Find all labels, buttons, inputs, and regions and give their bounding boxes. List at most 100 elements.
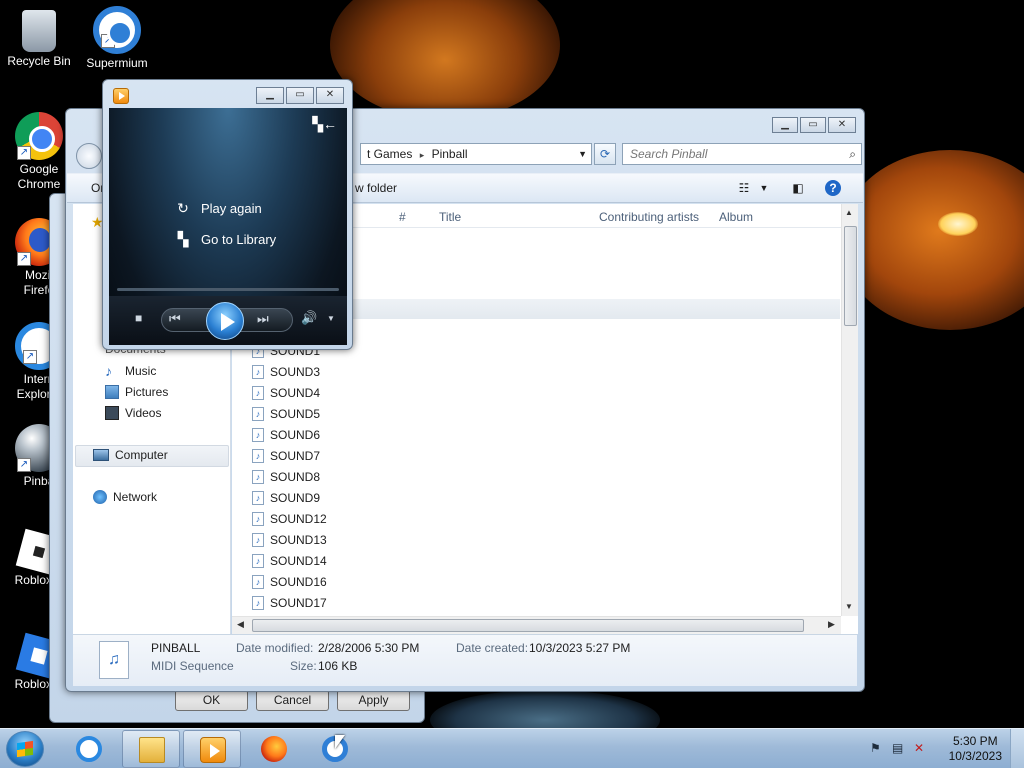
details-modified-label: Date modified: [236, 641, 314, 655]
go-to-library-button[interactable]: ▚ Go to Library [175, 231, 277, 248]
scroll-down-icon[interactable]: ▼ [845, 602, 853, 611]
view-dropdown-icon[interactable]: ▼ [755, 180, 773, 196]
taskbar-explorer[interactable] [122, 730, 180, 768]
volume-dropdown-icon[interactable]: ▼ [327, 314, 335, 323]
vertical-scrollbar[interactable]: ▲ ▼ [841, 204, 858, 616]
play-again-button[interactable]: ↻ Play again [175, 200, 262, 217]
switch-to-library-icon[interactable]: ▚← [312, 116, 337, 133]
file-row[interactable]: ♪ SOUND7 [252, 445, 320, 466]
view-options-icon[interactable]: ☷ [735, 180, 753, 196]
breadcrumb-pinball[interactable]: Pinball [432, 147, 468, 161]
player-minimize-button[interactable]: ▁ [256, 87, 284, 104]
file-row[interactable]: ♪ SOUND3 [252, 361, 320, 382]
recycle-bin-icon [22, 10, 56, 52]
cancel-button[interactable]: Cancel [256, 690, 329, 711]
ok-button[interactable]: OK [175, 690, 248, 711]
nav-item-videos[interactable]: Videos [105, 406, 161, 420]
show-desktop-button[interactable] [1010, 729, 1024, 768]
player-controls: ■ ⏮ ⏭ 🔊 ▼ [109, 296, 347, 345]
midi-file-icon: ♪ [252, 364, 264, 379]
file-row[interactable]: ♪ SOUND8 [252, 466, 320, 487]
taskbar-internet-explorer[interactable] [60, 730, 118, 768]
desktop-icon-supermium[interactable]: ↗ Supermium [79, 6, 155, 71]
file-row[interactable]: ♪ SOUND9 [252, 487, 320, 508]
horizontal-scrollbar[interactable]: ◀ ▶ [232, 616, 841, 634]
nav-item-music[interactable]: ♪ Music [105, 364, 156, 378]
mouse-cursor-icon [335, 735, 345, 749]
search-icon[interactable]: ⌕ [849, 144, 856, 164]
wallpaper-pumpkin-right [840, 150, 1024, 330]
file-row[interactable]: ♪ SOUND16 [252, 571, 327, 592]
chrome-icon: ↗ [15, 112, 63, 160]
vertical-scroll-thumb[interactable] [844, 226, 857, 326]
previous-icon[interactable]: ⏮ [169, 311, 181, 327]
file-name: SOUND4 [270, 385, 321, 400]
minimize-button[interactable]: ▁ [772, 117, 798, 133]
scroll-left-icon[interactable]: ◀ [237, 619, 244, 630]
midi-file-icon: ♪ [252, 427, 264, 442]
refresh-icon[interactable]: ⟳ [594, 143, 616, 165]
desktop-icon-recycle-bin[interactable]: Recycle Bin [1, 6, 77, 69]
media-player-window[interactable]: ▁ ▭ ✕ ▚← ↻ Play again ▚ Go to Library ■ … [102, 79, 353, 350]
new-folder-button[interactable]: w folder [355, 181, 397, 195]
midi-file-icon: ♪ [252, 553, 264, 568]
midi-file-icon: ♪ [252, 385, 264, 400]
pictures-icon [105, 385, 119, 399]
close-button[interactable]: ✕ [828, 117, 856, 133]
breadcrumb-games[interactable]: t Games [367, 147, 412, 161]
column-header-title[interactable]: Title [439, 210, 461, 224]
details-created-value: 10/3/2023 5:27 PM [529, 641, 631, 655]
midi-file-icon: ♪ [252, 490, 264, 505]
nav-item-network[interactable]: Network [93, 490, 157, 504]
midi-file-icon: ♪ [252, 595, 264, 610]
details-created-label: Date created: [456, 641, 529, 655]
file-row[interactable]: ♪ SOUND13 [252, 529, 327, 550]
search-input[interactable]: Search Pinball ⌕ [622, 143, 862, 165]
taskbar-firefox[interactable] [245, 730, 303, 768]
network-status-icon[interactable]: ▤ [892, 741, 903, 755]
file-row[interactable]: ♪ SOUND6 [252, 424, 320, 445]
action-center-flag-icon[interactable]: ⚑ [870, 741, 881, 755]
scroll-right-icon[interactable]: ▶ [828, 619, 835, 630]
player-close-button[interactable]: ✕ [316, 87, 344, 104]
taskbar-media-player[interactable] [183, 730, 241, 768]
details-modified-value: 2/28/2006 5:30 PM [318, 641, 420, 655]
folder-icon [139, 737, 165, 763]
stop-icon[interactable]: ■ [135, 311, 142, 325]
scroll-up-icon[interactable]: ▲ [845, 208, 853, 217]
file-row[interactable]: ♪ SOUND12 [252, 508, 327, 529]
computer-icon [93, 449, 109, 461]
horizontal-scroll-thumb[interactable] [252, 619, 804, 632]
start-button[interactable] [6, 731, 44, 767]
player-maximize-button[interactable]: ▭ [286, 87, 314, 104]
play-button[interactable] [206, 302, 244, 340]
file-row[interactable]: ♪ SOUND4 [252, 382, 320, 403]
file-row[interactable]: ♪ SOUND14 [252, 550, 327, 571]
column-header-album[interactable]: Album [719, 210, 753, 224]
nav-item-computer[interactable]: Computer [93, 448, 168, 462]
address-dropdown-icon[interactable]: ▼ [578, 144, 587, 164]
clock-date: 10/3/2023 [948, 749, 1002, 763]
seek-bar[interactable] [117, 288, 339, 291]
player-screen: ▚← ↻ Play again ▚ Go to Library ■ ⏮ ⏭ 🔊 … [109, 108, 347, 345]
volume-muted-icon[interactable]: ✕ [914, 741, 924, 755]
file-row[interactable]: ♪ SOUND17 [252, 592, 327, 613]
file-name: SOUND6 [270, 427, 321, 442]
apply-button[interactable]: Apply [337, 690, 410, 711]
midi-file-icon: ♪ [252, 448, 264, 463]
address-bar[interactable]: t Games ▸ Pinball ▼ [360, 143, 592, 165]
details-file-type: MIDI Sequence [151, 659, 234, 673]
maximize-button[interactable]: ▭ [800, 117, 826, 133]
midi-file-icon: ♪ [252, 406, 264, 421]
column-header-contributing-artists[interactable]: Contributing artists [599, 210, 699, 224]
preview-pane-icon[interactable]: ◧ [789, 180, 807, 196]
clock[interactable]: 5:30 PM 10/3/2023 [949, 734, 1002, 764]
help-icon[interactable]: ? [825, 180, 841, 196]
next-icon[interactable]: ⏭ [257, 311, 269, 327]
column-header-number[interactable]: # [399, 210, 406, 224]
back-button[interactable] [76, 143, 102, 169]
file-row[interactable]: ♪ SOUND5 [252, 403, 320, 424]
file-name: SOUND5 [270, 406, 321, 421]
nav-item-pictures[interactable]: Pictures [105, 385, 168, 399]
volume-icon[interactable]: 🔊 [301, 310, 317, 326]
